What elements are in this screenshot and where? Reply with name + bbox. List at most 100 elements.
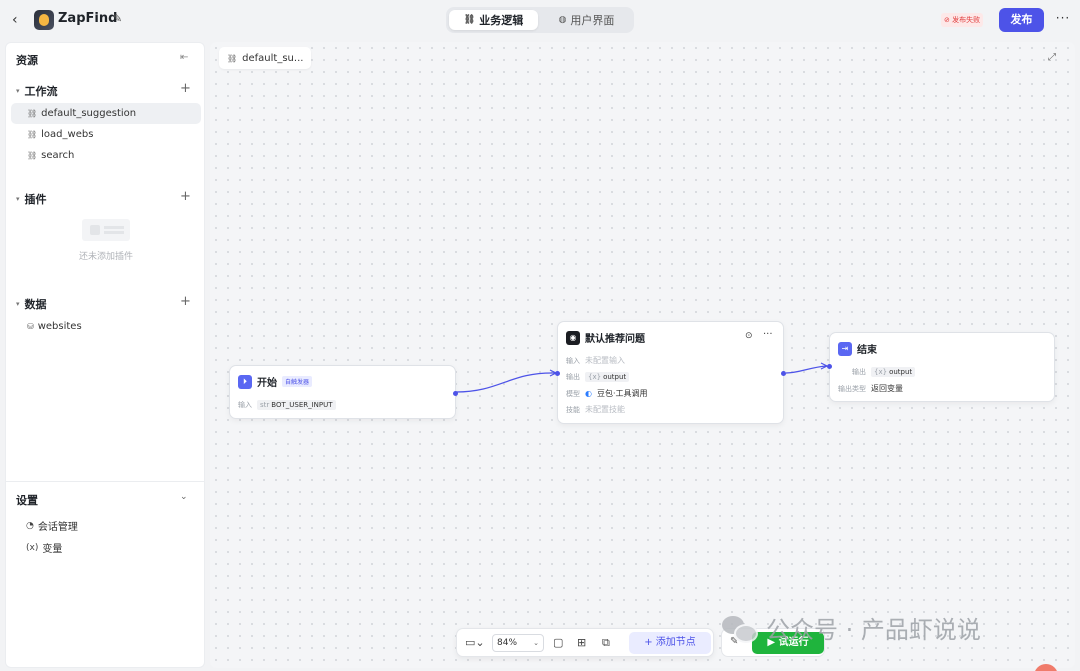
more-menu-button[interactable]: ··· [1055,11,1071,29]
input-port[interactable] [555,371,560,376]
auto-layout-icon[interactable]: ⊞ [577,636,586,649]
sidebar-item-search[interactable]: ⛓ search [11,145,201,166]
chevron-down-icon: ▾ [16,195,20,203]
plus-icon: + [644,637,653,648]
tab-business-logic[interactable]: ⛓ 业务逻辑 [449,10,538,30]
publish-status-text: 发布失败 [952,16,981,24]
edge-suggest-to-end [785,365,828,374]
section-settings[interactable]: 设置 [16,492,38,508]
chevron-down-icon: ▾ [16,87,20,95]
node-row-output-kind: 输出类型 返回变量 [838,383,903,394]
section-title: 数据 [24,298,47,311]
end-node[interactable]: ⇥ 结束 输出 {x} output 输出类型 返回变量 [827,332,1055,402]
start-icon: ⏵ [238,374,252,389]
edit-icon[interactable]: ✎ [113,12,125,26]
sidebar-item-websites[interactable]: ⛁ websites [11,316,201,337]
row-key: 输出 [852,368,866,376]
back-arrow-icon[interactable]: ‹ [12,11,26,29]
section-title: 插件 [24,193,47,206]
section-data[interactable]: ▾ 数据 [16,296,47,312]
tab-label: 用户界面 [570,14,615,27]
workflow-icon: ⛓ [463,15,476,25]
section-title: 设置 [16,494,38,507]
node-row-output: 输出 {x} output [852,367,916,377]
param-type: {x} [588,373,602,381]
sidebar-item-load-webs[interactable]: ⛓ load_webs [11,124,201,145]
row-value: 未配置输入 [585,356,625,365]
row-key: 输出类型 [838,384,866,393]
zoom-select[interactable]: 84% ⌄ [492,634,544,652]
suggest-question-node[interactable]: ◉ 默认推荐问题 ⊙ ··· 输入 未配置输入 输出 {x} output 模型 … [555,321,786,424]
workflow-icon: ⛓ [27,151,38,160]
node-input-row: 输入 str BOT_USER_INPUT [238,400,336,410]
param-tag: str BOT_USER_INPUT [257,400,336,410]
divider [6,481,204,482]
workflow-canvas[interactable]: ⛓ default_su... ⤢ ⏵ 开始 自触发器 输入 str BOT_US… [210,42,1075,668]
top-bar: ‹ ZapFind ✎ ⛓ 业务逻辑 ◍ 用户界面 ⊘ 发布失败 发布 ··· [0,0,1080,40]
row-value: 返回变量 [871,384,903,393]
interaction-mode-icon[interactable]: ⧉ [602,636,610,650]
output-port[interactable] [453,391,458,396]
llm-icon: ◉ [566,330,580,345]
row-key: 输出 [566,373,580,381]
workflow-icon: ⛓ [27,130,38,139]
empty-plugin-illustration [82,219,130,241]
sidebar-item-variables[interactable]: (x) 变量 [26,540,63,556]
section-plugins[interactable]: ▾ 插件 [16,191,47,207]
sidebar-item-session-management[interactable]: ◔ 会话管理 [26,518,78,534]
node-header: ⏵ 开始 自触发器 [238,374,313,389]
empty-plugin-text: 还未添加插件 [78,252,133,262]
end-icon: ⇥ [838,341,852,356]
add-node-label: 添加节点 [655,637,696,648]
canvas-toolbar: ▭⌄ 84% ⌄ ▢ ⊞ ⧉ + 添加节点 [456,628,714,657]
zoom-value: 84% [497,638,518,648]
run-node-icon[interactable]: ⊙ [745,331,753,341]
node-title: 开始 [257,378,277,389]
setting-item-label: 变量 [42,544,63,555]
param-tag: {x} output [585,372,630,382]
workflow-item-label: load_webs [41,129,94,140]
section-title: 工作流 [24,85,58,98]
output-port[interactable] [781,371,786,376]
start-node[interactable]: ⏵ 开始 自触发器 输入 str BOT_USER_INPUT [229,365,458,419]
add-data-button[interactable]: + [180,294,191,309]
app-logo [34,10,54,30]
workflow-icon: ⛓ [27,109,38,118]
palette-icon: ◍ [558,15,567,25]
row-value: 未配置技能 [585,405,625,414]
watermark: 公众号 · 产品虾说说 [722,610,981,645]
database-icon: ⛁ [27,322,34,331]
publish-status-badge[interactable]: ⊘ 发布失败 [941,13,984,27]
node-more-icon[interactable]: ··· [763,329,773,340]
chat-icon: ◔ [26,520,34,531]
input-port[interactable] [827,364,832,369]
param-name: output [889,368,913,376]
comment-icon[interactable]: ▢ [553,636,563,649]
edge-start-to-suggest [455,372,556,393]
doubao-icon: ◐ [585,389,592,398]
add-workflow-button[interactable]: + [180,81,191,96]
row-key: 输入 [566,356,580,365]
node-header: ◉ 默认推荐问题 [566,330,645,345]
sidebar-title: 资源 [16,54,38,67]
add-node-button[interactable]: + 添加节点 [629,632,711,654]
param-type: str [260,401,270,409]
param-name: BOT_USER_INPUT [271,401,333,409]
watermark-text: 公众号 · 产品虾说说 [766,616,981,644]
section-workflow[interactable]: ▾ 工作流 [16,83,58,99]
setting-item-label: 会话管理 [37,522,78,533]
publish-button[interactable]: 发布 [999,8,1044,32]
variable-icon: (x) [26,542,39,553]
node-title: 默认推荐问题 [585,334,645,345]
tab-user-interface[interactable]: ◍ 用户界面 [542,10,631,30]
collapse-sidebar-icon[interactable]: ⇤ [180,52,188,63]
add-plugin-button[interactable]: + [180,189,191,204]
row-key: 模型 [566,389,580,398]
workflow-item-label: default_suggestion [41,108,137,119]
sidebar-item-default-suggestion[interactable]: ⛓ default_suggestion [11,103,201,124]
wechat-icon [722,614,758,643]
node-row-model: 模型 ◐ 豆包·工具调用 [566,388,648,399]
row-key: 技能 [566,405,580,414]
minimap-icon[interactable]: ▭⌄ [465,636,485,649]
chevron-down-icon[interactable]: ⌄ [180,492,188,502]
